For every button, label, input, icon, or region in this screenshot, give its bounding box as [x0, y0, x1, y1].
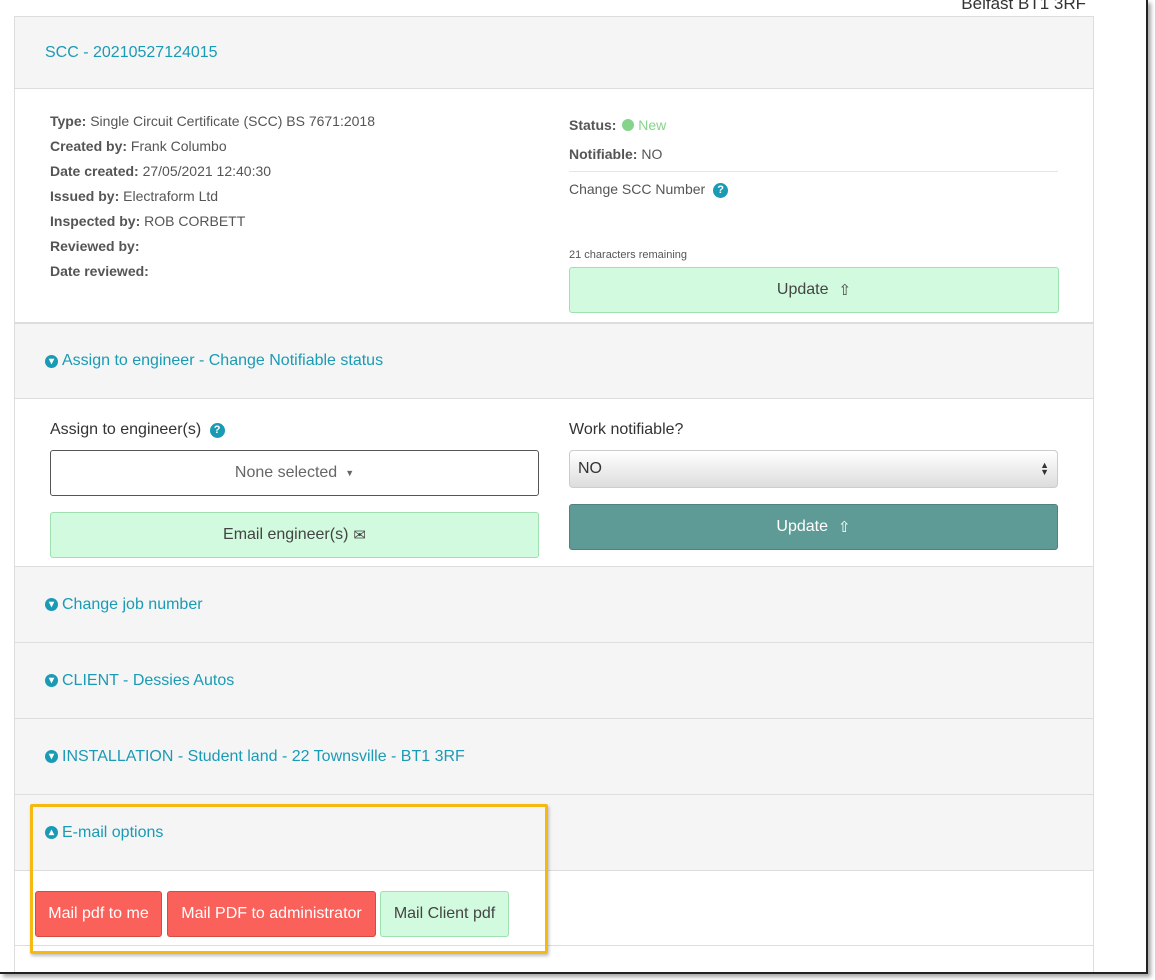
notifiable-select[interactable]: NO ▲ ▼ — [569, 450, 1058, 488]
email-engineers-button[interactable]: Email engineer(s) ✉ — [50, 512, 539, 558]
select-arrows-icon: ▲ ▼ — [1040, 460, 1049, 477]
notifiable-row: Notifiable: NO — [569, 146, 663, 162]
engineer-dropdown[interactable]: None selected ▼ — [50, 450, 539, 496]
assign-section-body: Assign to engineer(s) ? None selected ▼ … — [15, 399, 1093, 567]
reviewed-by-row: Reviewed by: — [50, 238, 140, 254]
work-notifiable-label: Work notifiable? — [569, 421, 684, 438]
issued-by-row: Issued by: Electraform Ltd — [50, 188, 219, 204]
created-by-row: Created by: Frank Columbo — [50, 138, 227, 154]
certificate-header: SCC - 20210527124015 — [15, 17, 1093, 89]
chevron-down-circle-icon: ▾ — [45, 750, 58, 763]
arrow-up-icon: ⇧ — [838, 282, 852, 299]
details-list: Type: Single Circuit Certificate (SCC) B… — [50, 113, 530, 288]
date-created-row: Date created: 27/05/2021 12:40:30 — [50, 163, 272, 179]
client-section-header[interactable]: ▾ CLIENT - Dessies Autos — [15, 643, 1093, 719]
inspected-by-row: Inspected by: ROB CORBETT — [50, 213, 246, 229]
caret-down-icon: ▼ — [345, 468, 355, 478]
change-scc-label: Change SCC Number ? — [569, 181, 1059, 200]
job-number-section-header[interactable]: ▾ Change job number — [15, 567, 1093, 643]
chevron-down-circle-icon: ▾ — [45, 598, 58, 611]
address-text: Belfast BT1 3RF — [961, 0, 1086, 13]
chars-remaining: 21 characters remaining — [569, 249, 688, 261]
envelope-icon: ✉ — [353, 527, 366, 544]
help-icon[interactable]: ? — [209, 423, 225, 438]
divider — [569, 171, 1058, 172]
status-value: New — [638, 117, 667, 133]
type-row: Type: Single Circuit Certificate (SCC) B… — [50, 113, 375, 129]
highlight-box — [30, 804, 548, 954]
installation-section-header[interactable]: ▾ INSTALLATION - Student land - 22 Towns… — [15, 719, 1093, 795]
chevron-down-circle-icon: ▾ — [45, 674, 58, 687]
arrow-up-icon: ⇧ — [838, 519, 851, 536]
chevron-down-circle-icon: ▾ — [45, 354, 58, 368]
update-scc-button[interactable]: Update ⇧ — [569, 267, 1059, 313]
update-notifiable-button[interactable]: Update ⇧ — [569, 504, 1058, 550]
certificate-title[interactable]: SCC - 20210527124015 — [45, 44, 218, 62]
status-row: Status: New — [569, 117, 667, 133]
date-reviewed-row: Date reviewed: — [50, 263, 149, 279]
status-column: Status: New Notifiable: NO Change SCC Nu… — [569, 117, 1059, 206]
help-icon[interactable]: ? — [713, 183, 729, 198]
window-frame: Belfast BT1 3RF SCC - 20210527124015 Typ… — [0, 0, 1148, 974]
status-dot-icon — [622, 119, 635, 131]
assign-section-header[interactable]: ▾ Assign to engineer - Change Notifiable… — [15, 323, 1093, 399]
assign-label: Assign to engineer(s) ? — [50, 421, 225, 439]
